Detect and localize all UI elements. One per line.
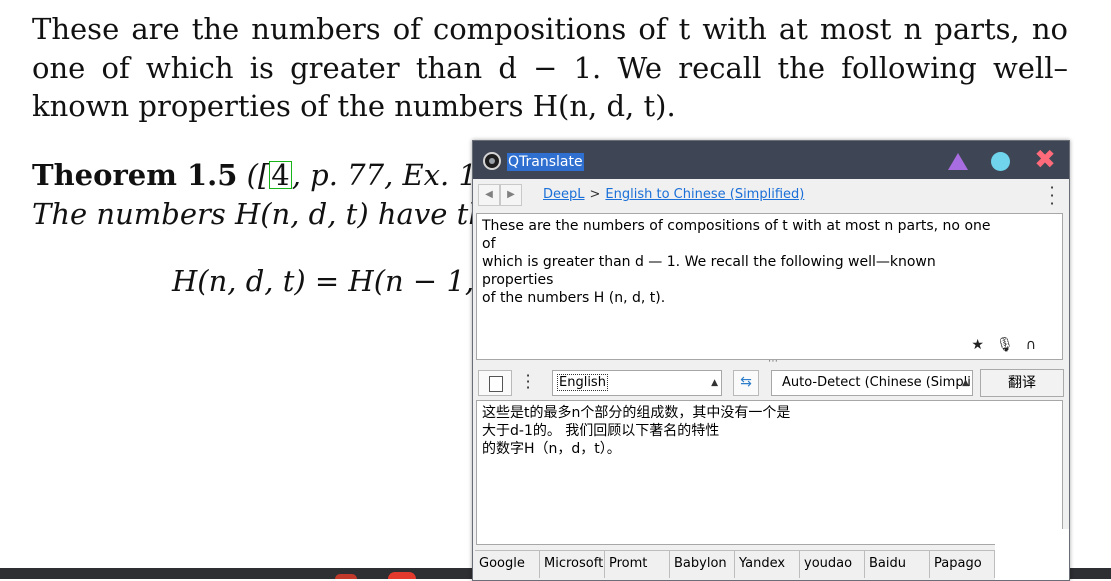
source-language-select[interactable]: English ▲ [552, 370, 722, 396]
qtranslate-logo-icon [483, 152, 501, 170]
service-tab-promt[interactable]: Promt [605, 550, 670, 578]
service-link[interactable]: DeepL [543, 187, 585, 202]
breadcrumb-separator: > [589, 187, 601, 202]
overlay-patch [995, 529, 1069, 580]
microphone-icon[interactable]: 🎙 [996, 337, 1014, 353]
citation-link[interactable]: 4 [269, 161, 292, 190]
service-breadcrumb: DeepL > English to Chinese (Simplified) [543, 187, 804, 202]
service-tab-youdao[interactable]: youdao [800, 550, 865, 578]
theorem-body: The numbers H(n, d, t) have the [32, 196, 472, 231]
taskbar-app-icon[interactable] [335, 574, 357, 579]
service-tab-google[interactable]: Google [475, 550, 540, 578]
qtranslate-window: QTranslate ✖ ◀ ▶ DeepL > English to Chines… [472, 140, 1070, 581]
service-tab-babylon[interactable]: Babylon [670, 550, 735, 578]
translate-button[interactable]: 翻译 [980, 369, 1064, 397]
forward-button[interactable]: ▶ [500, 184, 522, 206]
source-tools: ★ 🎙 ∩ [959, 337, 1036, 353]
display-formula: H(n, d, t) = H(n − 1, d [172, 264, 502, 298]
updown-arrow-icon: ▲ [711, 378, 718, 388]
taskbar-chrome-icon[interactable] [388, 572, 416, 579]
theorem-reference: ([4, p. 77, Ex. 1 [247, 158, 472, 192]
source-text[interactable]: These are the numbers of compositions of… [482, 217, 992, 307]
headphones-icon[interactable]: ∩ [1026, 337, 1036, 353]
back-button[interactable]: ◀ [478, 184, 500, 206]
service-tab-baidu[interactable]: Baidu [865, 550, 930, 578]
navigation-bar: ◀ ▶ DeepL > English to Chinese (Simplified… [475, 180, 1067, 212]
translated-text[interactable]: 这些是t的最多n个部分的组成数，其中没有一个是 大于d-1的。 我们回顾以下著名… [482, 404, 1002, 458]
theorem-heading: Theorem 1.5 [32, 158, 238, 192]
title-bar[interactable]: QTranslate ✖ [473, 141, 1069, 179]
toolbar-menu-icon[interactable]: · · · [524, 368, 532, 396]
target-language-value: Auto-Detect (Chinese (Simpli... [782, 375, 973, 390]
triangle-icon[interactable] [948, 153, 968, 170]
service-tabs: Google Microsoft Promt Babylon Yandex yo… [475, 550, 995, 578]
circle-icon[interactable] [991, 152, 1010, 171]
star-icon[interactable]: ★ [971, 337, 984, 353]
language-toolbar: · · · English ▲ ⇆ Auto-Detect (Chinese (Si… [476, 367, 1066, 397]
target-language-select[interactable]: Auto-Detect (Chinese (Simpli... ▲ [771, 370, 973, 396]
service-tab-papago[interactable]: Papago [930, 550, 995, 578]
more-options-icon[interactable]: · · · [1047, 180, 1057, 212]
source-text-area[interactable]: These are the numbers of compositions of… [476, 213, 1063, 360]
window-title: QTranslate [507, 153, 584, 171]
language-pair-link[interactable]: English to Chinese (Simplified) [605, 187, 804, 202]
source-language-value: English [557, 374, 608, 391]
theorem-ref-open: ([ [246, 158, 270, 192]
paper-paragraph: These are the numbers of compositions of… [32, 12, 1068, 123]
document-icon[interactable] [478, 370, 512, 396]
pane-splitter[interactable]: ⋯ [763, 357, 783, 367]
theorem-ref-rest: , p. 77, Ex. 1 [291, 158, 472, 192]
service-tab-yandex[interactable]: Yandex [735, 550, 800, 578]
theorem-line-block: Theorem 1.5 ([4, p. 77, Ex. 1 The number… [32, 156, 472, 233]
translation-text-area[interactable]: 这些是t的最多n个部分的组成数，其中没有一个是 大于d-1的。 我们回顾以下著名… [476, 400, 1063, 545]
swap-languages-icon[interactable]: ⇆ [733, 370, 759, 396]
updown-arrow-icon: ▲ [962, 378, 969, 388]
service-tab-microsoft[interactable]: Microsoft [540, 550, 605, 578]
close-icon[interactable]: ✖ [1033, 147, 1057, 173]
